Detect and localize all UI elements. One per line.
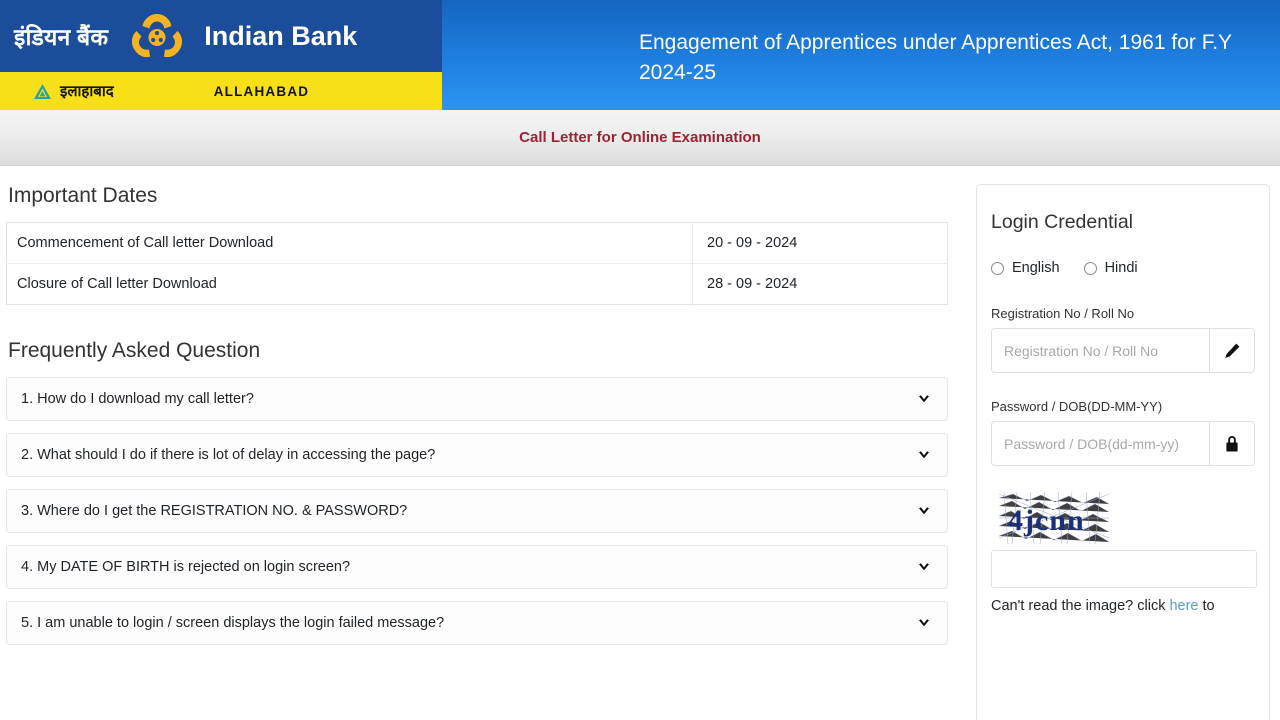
date-value: 20 - 09 - 2024 xyxy=(692,222,948,264)
right-column: Login Credential English Hindi Registrat… xyxy=(960,166,1280,720)
important-dates-title: Important Dates xyxy=(8,184,158,207)
faq-question-label: 5. I am unable to login / screen display… xyxy=(21,615,445,631)
date-label: Commencement of Call letter Download xyxy=(17,235,274,251)
faq-item-2[interactable]: 2. What should I do if there is lot of d… xyxy=(6,433,948,477)
password-input[interactable] xyxy=(991,421,1209,466)
faq-item-5[interactable]: 5. I am unable to login / screen display… xyxy=(6,601,948,645)
faq-question-label: 2. What should I do if there is lot of d… xyxy=(21,447,436,463)
date-value: 28 - 09 - 2024 xyxy=(692,263,948,305)
faq-item-3[interactable]: 3. Where do I get the REGISTRATION NO. &… xyxy=(6,489,948,533)
captcha-image: 4jcnn xyxy=(998,491,1110,545)
chevron-down-icon[interactable] xyxy=(917,616,931,630)
radio-circle-icon[interactable] xyxy=(1083,261,1097,275)
allahabad-hindi-label: इलाहाबाद xyxy=(60,83,114,100)
registration-input-group xyxy=(991,328,1255,373)
radio-label-english: English xyxy=(1012,260,1060,276)
chevron-down-icon[interactable] xyxy=(917,392,931,406)
captcha-input[interactable] xyxy=(991,550,1257,588)
radio-circle-icon[interactable] xyxy=(991,261,1004,275)
page-body: Important Dates Commencement of Call let… xyxy=(0,166,1280,720)
brand-bottom-row: इलाहाबाद ALLAHABAD xyxy=(0,72,442,110)
allahabad-triangle-icon xyxy=(33,83,52,100)
registration-input[interactable] xyxy=(991,328,1209,373)
password-field-label: Password / DOB(DD-MM-YY) xyxy=(991,399,1163,414)
page-header: इंडियन बैंक Indian Bank इलाहाबाद ALLAHAB… xyxy=(0,0,1280,110)
left-column: Important Dates Commencement of Call let… xyxy=(0,166,960,720)
captcha-help-prefix: Can't read the image? click xyxy=(991,598,1170,614)
lock-icon[interactable] xyxy=(1209,421,1255,466)
faq-item-4[interactable]: 4. My DATE OF BIRTH is rejected on login… xyxy=(6,545,948,589)
faq-question-label: 3. Where do I get the REGISTRATION NO. &… xyxy=(21,503,408,519)
allahabad-english-label: ALLAHABAD xyxy=(213,83,310,99)
table-row: Closure of Call letter Download 28 - 09 … xyxy=(6,263,948,305)
page-title: Engagement of Apprentices under Apprenti… xyxy=(639,31,1232,84)
svg-text:4jcnn: 4jcnn xyxy=(1008,504,1085,537)
radio-option-hindi[interactable]: Hindi xyxy=(1083,260,1138,276)
subtitle-text: Call Letter for Online Examination xyxy=(519,129,761,146)
radio-option-english[interactable]: English xyxy=(991,260,1060,276)
radio-label-hindi: Hindi xyxy=(1104,260,1138,276)
faq-item-1[interactable]: 1. How do I download my call letter? xyxy=(6,377,948,421)
login-credential-panel: Login Credential English Hindi Registrat… xyxy=(976,184,1270,720)
chevron-down-icon[interactable] xyxy=(917,448,931,462)
password-input-group xyxy=(991,421,1255,466)
table-row: Commencement of Call letter Download 20 … xyxy=(7,222,948,264)
login-panel-title: Login Credential xyxy=(991,211,1134,233)
language-radio-group: English Hindi xyxy=(991,260,1255,276)
brand-english-label: Indian Bank xyxy=(204,20,358,51)
indian-bank-emblem-icon xyxy=(126,11,188,61)
registration-field-label: Registration No / Roll No xyxy=(991,306,1135,321)
faq-title: Frequently Asked Question xyxy=(8,339,261,362)
date-label: Closure of Call letter Download xyxy=(6,263,693,305)
important-dates-table: Commencement of Call letter Download 20 … xyxy=(6,222,948,305)
bank-brand-block: इंडियन बैंक Indian Bank इलाहाबाद ALLAHAB… xyxy=(0,0,442,110)
pencil-icon[interactable] xyxy=(1209,328,1255,373)
chevron-down-icon[interactable] xyxy=(917,504,931,518)
brand-top-row: इंडियन बैंक Indian Bank xyxy=(0,0,442,72)
faq-question-label: 1. How do I download my call letter? xyxy=(21,391,254,407)
captcha-help-text: Can't read the image? click here to xyxy=(991,596,1255,616)
captcha-refresh-link[interactable]: here xyxy=(1169,598,1198,614)
subtitle-bar: Call Letter for Online Examination xyxy=(0,110,1280,166)
captcha-help-suffix: to xyxy=(1198,598,1215,614)
brand-hindi-label: इंडियन बैंक xyxy=(14,24,109,50)
faq-question-label: 4. My DATE OF BIRTH is rejected on login… xyxy=(21,559,351,575)
chevron-down-icon[interactable] xyxy=(917,560,931,574)
